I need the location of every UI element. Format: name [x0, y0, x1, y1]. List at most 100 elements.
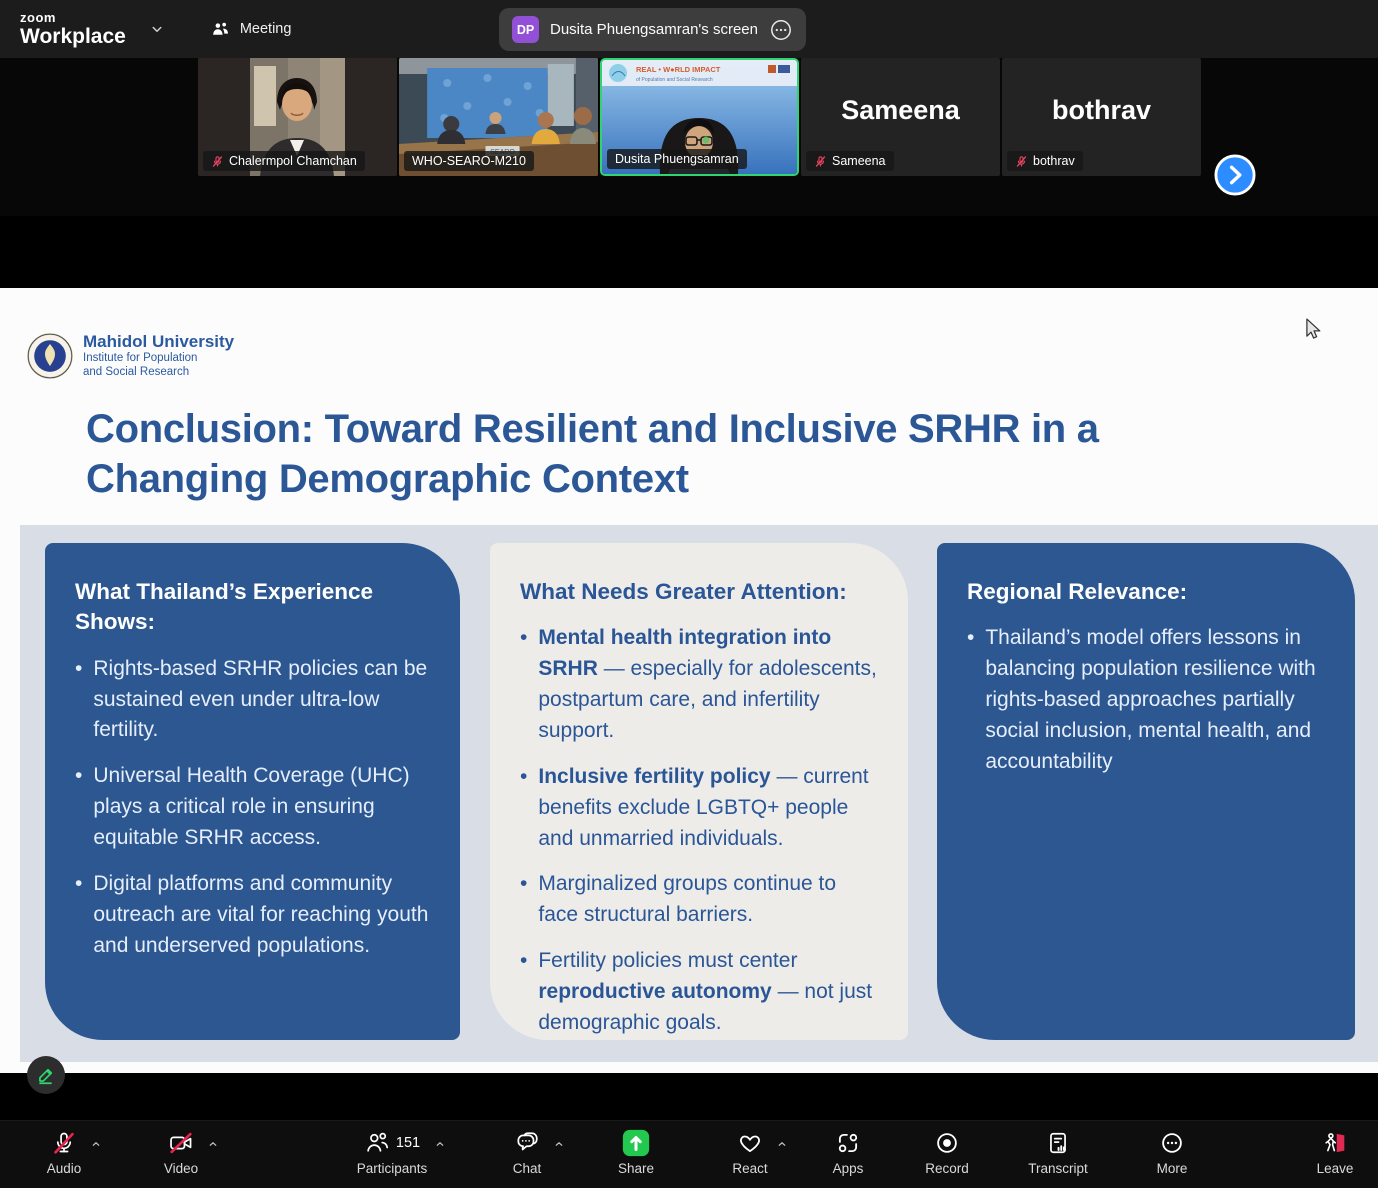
- bullet-dot: •: [75, 869, 82, 962]
- video-tile-who-room[interactable]: SEAROWHO-SEARO-M210: [399, 58, 598, 176]
- bullet-item: •Digital platforms and community outreac…: [75, 869, 430, 962]
- participant-name-label: Dusita Phuengsamran: [607, 149, 747, 169]
- toolbar-participants-button[interactable]: 151 Participants: [332, 1128, 452, 1176]
- brand-zoom: zoom: [20, 11, 126, 24]
- svg-text:of Population and Social Resea: of Population and Social Research: [636, 77, 713, 83]
- toolbar-chat-button[interactable]: Chat: [467, 1128, 587, 1176]
- participant-name: Dusita Phuengsamran: [615, 152, 739, 166]
- logo-subtitle-2: and Social Research: [83, 366, 234, 380]
- card-bullets: •Rights-based SRHR policies can be susta…: [75, 654, 430, 962]
- toolbar-label: Leave: [1317, 1161, 1354, 1176]
- participant-name-label: WHO-SEARO-M210: [404, 151, 534, 171]
- avatar: DP: [512, 16, 539, 43]
- more-icon: [1159, 1130, 1185, 1156]
- bullet-dot: •: [967, 623, 974, 777]
- toolbar-share-button[interactable]: Share: [576, 1128, 696, 1176]
- mahidol-logo-text: Mahidol University Institute for Populat…: [83, 332, 234, 380]
- participant-name-label: Chalermpol Chamchan: [203, 151, 365, 171]
- toolbar-label: Video: [164, 1161, 198, 1176]
- participants-count: 151: [396, 1135, 420, 1151]
- brand-workplace: Workplace: [20, 26, 126, 47]
- slide-card-1: What Thailand’s Experience Shows: •Rights…: [45, 543, 460, 1040]
- toolbar-label: Audio: [47, 1161, 82, 1176]
- toolbar-leave-button[interactable]: Leave: [1275, 1128, 1378, 1176]
- toolbar-record-button[interactable]: Record: [887, 1128, 1007, 1176]
- shared-slide: Mahidol University Institute for Populat…: [0, 288, 1378, 1073]
- audio-icon: [51, 1130, 77, 1156]
- bullet-item: •Universal Health Coverage (UHC) plays a…: [75, 761, 430, 854]
- video-tile-sameena[interactable]: SameenaSameena: [801, 58, 1000, 176]
- video-tile-chalermpol[interactable]: Chalermpol Chamchan: [198, 58, 397, 176]
- bullet-dot: •: [520, 623, 527, 746]
- share-options-ellipsis-icon[interactable]: [769, 18, 793, 42]
- bullet-dot: •: [75, 654, 82, 747]
- toolbar-label: Record: [925, 1161, 969, 1176]
- annotate-pencil-button[interactable]: [27, 1056, 65, 1094]
- participant-name: bothrav: [1033, 154, 1075, 168]
- mahidol-emblem-icon: [27, 333, 73, 379]
- chat-icon: [514, 1130, 540, 1156]
- video-icon: [168, 1130, 194, 1156]
- card-heading: What Thailand’s Experience Shows:: [75, 577, 430, 638]
- card-bullets: •Mental health integration into SRHR — e…: [520, 623, 878, 1038]
- bullet-dot: •: [520, 762, 527, 855]
- muted-mic-icon: [211, 155, 224, 168]
- card-heading: Regional Relevance:: [967, 577, 1325, 607]
- audio-chevron-up-icon[interactable]: [90, 1138, 102, 1150]
- bullet-dot: •: [520, 869, 527, 931]
- bullet-dot: •: [75, 761, 82, 854]
- react-icon: [737, 1130, 763, 1156]
- transcript-icon: [1045, 1130, 1071, 1156]
- toolbar-more-button[interactable]: More: [1112, 1128, 1232, 1176]
- zoom-meeting-window: zoom Workplace Meeting DP Dusita Phuengs…: [0, 0, 1378, 1188]
- toolbar-transcript-button[interactable]: Transcript: [998, 1128, 1118, 1176]
- next-participants-button[interactable]: [1214, 154, 1256, 196]
- participant-name: Chalermpol Chamchan: [229, 154, 357, 168]
- video-strip-area: Chalermpol ChamchanSEAROWHO-SEARO-M210RE…: [0, 58, 1378, 216]
- participant-name-label: bothrav: [1007, 151, 1083, 171]
- logo-org-name: Mahidol University: [83, 332, 234, 352]
- react-chevron-up-icon[interactable]: [776, 1138, 788, 1150]
- muted-mic-icon: [814, 155, 827, 168]
- toolbar-label: Share: [618, 1161, 654, 1176]
- participant-name: WHO-SEARO-M210: [412, 154, 526, 168]
- bullet-item: •Inclusive fertility policy — current be…: [520, 762, 878, 855]
- toolbar-label: Apps: [833, 1161, 864, 1176]
- video-chevron-up-icon[interactable]: [207, 1138, 219, 1150]
- video-tile-bothrav[interactable]: bothravbothrav: [1002, 58, 1201, 176]
- slide-card-3: Regional Relevance: •Thailand’s model off…: [937, 543, 1355, 1040]
- toolbar-label: Chat: [513, 1161, 542, 1176]
- toolbar-label: More: [1157, 1161, 1188, 1176]
- toolbar-label: React: [732, 1161, 767, 1176]
- control-toolbar: Audio Video 151 Participants Chat Share React A…: [0, 1120, 1378, 1188]
- video-tile-dusita[interactable]: REAL • W●RLD IMPACT of Population and Soc…: [600, 58, 799, 176]
- participants-chevron-up-icon[interactable]: [434, 1138, 446, 1150]
- bullet-item: •Fertility policies must center reproduc…: [520, 946, 878, 1039]
- svg-text:REAL • W●RLD IMPACT: REAL • W●RLD IMPACT: [636, 65, 721, 74]
- toolbar-label: Participants: [357, 1161, 428, 1176]
- participant-display-name: bothrav: [1002, 58, 1201, 162]
- zoom-workplace-logo: zoom Workplace: [20, 11, 126, 47]
- participant-name-label: Sameena: [806, 151, 894, 171]
- share-icon: [621, 1128, 651, 1158]
- top-bar: zoom Workplace Meeting DP Dusita Phuengs…: [0, 0, 1378, 58]
- apps-icon: [835, 1130, 861, 1156]
- meeting-tab-label: Meeting: [240, 21, 292, 37]
- bullet-item: •Rights-based SRHR policies can be susta…: [75, 654, 430, 747]
- shared-screen-title: Dusita Phuengsamran's screen: [550, 21, 758, 38]
- bullet-item: •Thailand’s model offers lessons in bala…: [967, 623, 1325, 777]
- slide-card-2: What Needs Greater Attention:•Mental hea…: [490, 543, 908, 1040]
- card-bullets: •Thailand’s model offers lessons in bala…: [967, 623, 1325, 777]
- toolbar-video-button[interactable]: Video: [121, 1128, 241, 1176]
- workspace-chevron-down-icon[interactable]: [148, 19, 166, 39]
- leave-icon: [1322, 1130, 1348, 1156]
- record-icon: [934, 1130, 960, 1156]
- mahidol-logo: Mahidol University Institute for Populat…: [27, 332, 234, 380]
- chat-chevron-up-icon[interactable]: [553, 1138, 565, 1150]
- tab-meeting[interactable]: Meeting: [210, 19, 292, 40]
- participants-icon: [364, 1130, 390, 1156]
- toolbar-audio-button[interactable]: Audio: [4, 1128, 124, 1176]
- screen-share-pill[interactable]: DP Dusita Phuengsamran's screen: [499, 8, 806, 51]
- meeting-people-icon: [210, 19, 231, 40]
- video-tiles: Chalermpol ChamchanSEAROWHO-SEARO-M210RE…: [198, 58, 1201, 176]
